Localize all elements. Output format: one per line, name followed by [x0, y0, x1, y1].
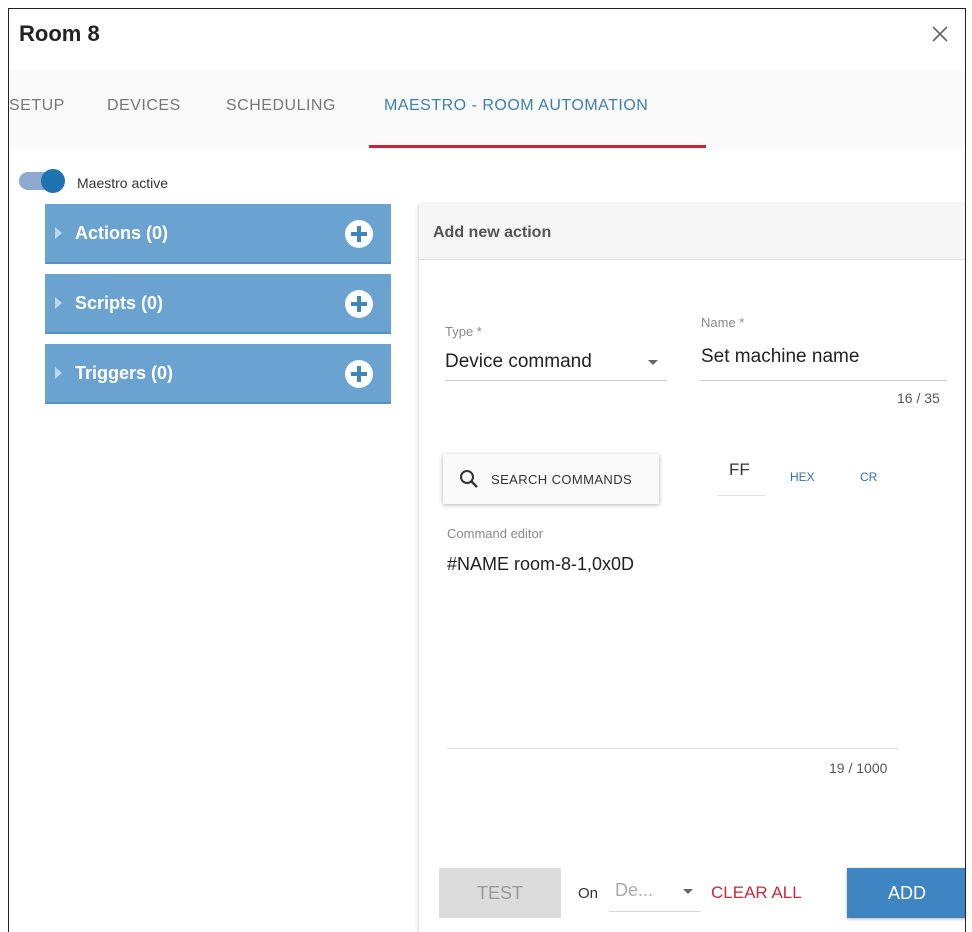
name-input[interactable]: Set machine name [701, 346, 859, 368]
tab-bar: SETUP DEVICES SCHEDULING MAESTRO - ROOM … [9, 71, 965, 149]
active-tab-indicator [369, 145, 706, 148]
add-action-plus-icon[interactable] [345, 220, 373, 248]
type-field-label: Type * [445, 324, 482, 339]
panel-actions[interactable]: Actions (0) [45, 204, 391, 264]
name-char-counter: 16 / 35 [897, 390, 940, 406]
search-commands-label: SEARCH COMMANDS [491, 472, 633, 487]
device-select-underline [609, 911, 701, 912]
chevron-down-icon[interactable] [648, 360, 658, 365]
card-header: Add new action [419, 204, 965, 260]
add-trigger-plus-icon[interactable] [345, 360, 373, 388]
command-char-counter: 19 / 1000 [829, 760, 888, 776]
dialog-title-bar: Room 8 [9, 9, 965, 69]
command-editor-underline [447, 748, 899, 749]
panel-scripts-label: Scripts (0) [75, 293, 164, 313]
caret-right-icon [55, 227, 62, 239]
tab-maestro-room-automation[interactable]: MAESTRO - ROOM AUTOMATION [384, 97, 648, 115]
search-commands-button[interactable]: SEARCH COMMANDS [443, 454, 659, 504]
panel-scripts[interactable]: Scripts (0) [45, 274, 391, 334]
tab-scheduling[interactable]: SCHEDULING [226, 97, 336, 115]
tab-devices[interactable]: DEVICES [107, 97, 181, 115]
chevron-down-icon [683, 889, 693, 894]
ff-underline [717, 495, 765, 496]
name-field-label: Name * [701, 315, 745, 330]
caret-right-icon [55, 367, 62, 379]
cr-button[interactable]: CR [860, 470, 877, 484]
add-button[interactable]: ADD [847, 868, 965, 918]
test-button[interactable]: TEST [439, 868, 561, 918]
ff-input[interactable]: FF [717, 448, 765, 496]
maestro-active-toggle[interactable] [19, 169, 65, 193]
device-select[interactable]: De... [609, 874, 701, 912]
on-label: On [578, 885, 599, 902]
add-action-card: Add new action Type * Device command Nam… [419, 204, 965, 932]
panel-triggers-label: Triggers (0) [75, 363, 174, 383]
type-field-underline [445, 380, 667, 381]
command-editor-label: Command editor [447, 526, 544, 541]
room-dialog: Room 8 SETUP DEVICES SCHEDULING MAESTRO … [8, 8, 966, 932]
close-icon[interactable] [929, 23, 951, 45]
add-script-plus-icon[interactable] [345, 290, 373, 318]
device-select-value: De... [615, 880, 654, 900]
panel-actions-label: Actions (0) [75, 223, 169, 243]
command-editor-textarea[interactable]: #NAME room-8-1,0x0D [447, 554, 634, 575]
tab-setup[interactable]: SETUP [9, 97, 65, 115]
type-select[interactable]: Device command [445, 351, 592, 373]
search-icon [460, 470, 478, 488]
name-field-underline [699, 380, 947, 381]
panel-triggers[interactable]: Triggers (0) [45, 344, 391, 404]
dialog-title: Room 8 [19, 21, 100, 46]
ff-value: FF [729, 460, 750, 479]
clear-all-button[interactable]: CLEAR ALL [711, 883, 802, 903]
toggle-knob [41, 169, 65, 193]
card-title: Add new action [433, 224, 552, 241]
maestro-active-label: Maestro active [77, 175, 169, 191]
caret-right-icon [55, 297, 62, 309]
hex-button[interactable]: HEX [790, 470, 815, 484]
